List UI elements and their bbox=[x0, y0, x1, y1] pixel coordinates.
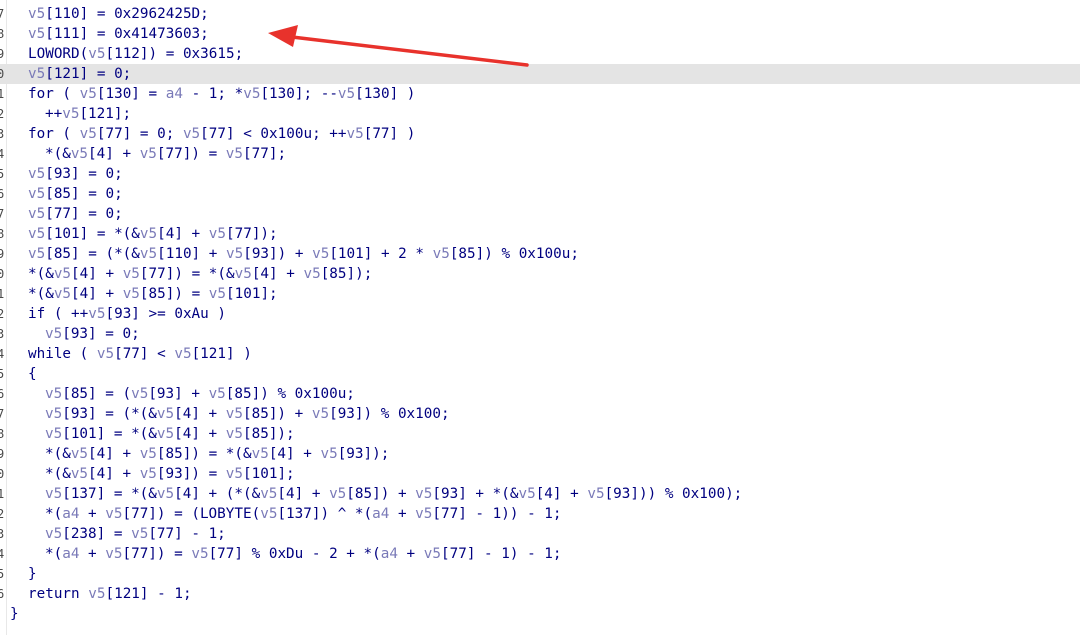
code-text: ++v5[121]; bbox=[45, 106, 132, 122]
code-text: v5[101] = *(&v5[4] + v5[85]); bbox=[45, 426, 295, 442]
code-text: } bbox=[28, 566, 37, 582]
code-text: *(&v5[4] + v5[93]) = v5[101]; bbox=[45, 466, 295, 482]
code-text: LOWORD(v5[112]) = 0x3615; bbox=[28, 46, 244, 62]
line-number: 0 bbox=[0, 467, 4, 481]
code-line[interactable]: 2 if ( ++v5[93] >= 0xAu ) bbox=[0, 304, 1080, 324]
line-number: 3 bbox=[0, 127, 4, 141]
code-line[interactable]: 8 v5[101] = *(&v5[4] + v5[77]); bbox=[0, 224, 1080, 244]
line-number: 0 bbox=[0, 67, 4, 81]
code-line[interactable]: 3 for ( v5[77] = 0; v5[77] < 0x100u; ++v5… bbox=[0, 124, 1080, 144]
code-line[interactable]: 3 v5[93] = 0; bbox=[0, 324, 1080, 344]
code-line[interactable]: 4 *(a4 + v5[77]) = v5[77] % 0xDu - 2 + *(… bbox=[0, 544, 1080, 564]
code-text: { bbox=[28, 366, 37, 382]
line-number: 5 bbox=[0, 167, 4, 181]
code-text: *(a4 + v5[77]) = (LOBYTE(v5[137]) ^ *(a4… bbox=[45, 506, 562, 522]
line-number: 3 bbox=[0, 527, 4, 541]
code-line[interactable]: 6 return v5[121] - 1; bbox=[0, 584, 1080, 604]
code-line[interactable]: } bbox=[0, 604, 1080, 624]
code-line[interactable]: 7 v5[93] = (*(&v5[4] + v5[85]) + v5[93]) … bbox=[0, 404, 1080, 424]
code-text: *(&v5[4] + v5[77]) = *(&v5[4] + v5[85]); bbox=[28, 266, 373, 282]
line-number: 9 bbox=[0, 247, 4, 261]
code-text: v5[77] = 0; bbox=[28, 206, 123, 222]
code-line[interactable]: 7 v5[110] = 0x2962425D; bbox=[0, 4, 1080, 24]
code-text: return v5[121] - 1; bbox=[28, 586, 192, 602]
line-number: 6 bbox=[0, 587, 4, 601]
code-text: } bbox=[10, 606, 19, 622]
line-number: 1 bbox=[0, 287, 4, 301]
code-text: v5[85] = (v5[93] + v5[85]) % 0x100u; bbox=[45, 386, 355, 402]
code-line[interactable]: 9 v5[85] = (*(&v5[110] + v5[93]) + v5[101… bbox=[0, 244, 1080, 264]
line-number: 4 bbox=[0, 147, 4, 161]
line-number: 1 bbox=[0, 487, 4, 501]
code-text: v5[93] = 0; bbox=[28, 166, 123, 182]
code-text: v5[110] = 0x2962425D; bbox=[28, 6, 209, 22]
code-line[interactable]: 5} bbox=[0, 564, 1080, 584]
code-line[interactable]: 9 *(&v5[4] + v5[85]) = *(&v5[4] + v5[93])… bbox=[0, 444, 1080, 464]
code-text: v5[93] = 0; bbox=[45, 326, 140, 342]
code-line[interactable]: 9 LOWORD(v5[112]) = 0x3615; bbox=[0, 44, 1080, 64]
code-text: *(a4 + v5[77]) = v5[77] % 0xDu - 2 + *(a… bbox=[45, 546, 562, 562]
code-line[interactable]: 0 *(&v5[4] + v5[93]) = v5[101]; bbox=[0, 464, 1080, 484]
code-text: v5[137] = *(&v5[4] + (*(&v5[4] + v5[85])… bbox=[45, 486, 743, 502]
code-text: if ( ++v5[93] >= 0xAu ) bbox=[28, 306, 226, 322]
code-line[interactable]: 2 ++v5[121]; bbox=[0, 104, 1080, 124]
code-text: v5[121] = 0; bbox=[28, 66, 132, 82]
code-text: v5[111] = 0x41473603; bbox=[28, 26, 209, 42]
code-text: *(&v5[4] + v5[77]) = v5[77]; bbox=[45, 146, 287, 162]
line-number: 2 bbox=[0, 507, 4, 521]
line-number: 7 bbox=[0, 207, 4, 221]
line-number: 7 bbox=[0, 407, 4, 421]
code-line[interactable]: 4 *(&v5[4] + v5[77]) = v5[77]; bbox=[0, 144, 1080, 164]
line-number: 4 bbox=[0, 547, 4, 561]
line-number: 3 bbox=[0, 327, 4, 341]
line-number: 2 bbox=[0, 307, 4, 321]
line-number: 0 bbox=[0, 267, 4, 281]
line-number: 8 bbox=[0, 427, 4, 441]
code-text: while ( v5[77] < v5[121] ) bbox=[28, 346, 252, 362]
code-text: v5[85] = (*(&v5[110] + v5[93]) + v5[101]… bbox=[28, 246, 579, 262]
code-text: v5[85] = 0; bbox=[28, 186, 123, 202]
code-line[interactable]: 0 *(&v5[4] + v5[77]) = *(&v5[4] + v5[85])… bbox=[0, 264, 1080, 284]
code-line[interactable]: 6 v5[85] = 0; bbox=[0, 184, 1080, 204]
code-line[interactable]: 8 v5[111] = 0x41473603; bbox=[0, 24, 1080, 44]
line-number: 5 bbox=[0, 367, 4, 381]
code-line[interactable]: 8 v5[101] = *(&v5[4] + v5[85]); bbox=[0, 424, 1080, 444]
line-number: 9 bbox=[0, 447, 4, 461]
code-text: v5[101] = *(&v5[4] + v5[77]); bbox=[28, 226, 278, 242]
code-line[interactable]: 5{ bbox=[0, 364, 1080, 384]
code-line[interactable]: 1 *(&v5[4] + v5[85]) = v5[101]; bbox=[0, 284, 1080, 304]
code-text: v5[93] = (*(&v5[4] + v5[85]) + v5[93]) %… bbox=[45, 406, 450, 422]
line-number: 6 bbox=[0, 387, 4, 401]
code-line[interactable]: 3 v5[238] = v5[77] - 1; bbox=[0, 524, 1080, 544]
code-text: for ( v5[130] = a4 - 1; *v5[130]; --v5[1… bbox=[28, 86, 416, 102]
line-number: 6 bbox=[0, 187, 4, 201]
code-line[interactable]: 0 v5[121] = 0; bbox=[0, 64, 1080, 84]
code-line[interactable]: 6 v5[85] = (v5[93] + v5[85]) % 0x100u; bbox=[0, 384, 1080, 404]
line-number: 2 bbox=[0, 107, 4, 121]
code-text: for ( v5[77] = 0; v5[77] < 0x100u; ++v5[… bbox=[28, 126, 416, 142]
code-line[interactable]: 1 v5[137] = *(&v5[4] + (*(&v5[4] + v5[85]… bbox=[0, 484, 1080, 504]
code-line[interactable]: 1 for ( v5[130] = a4 - 1; *v5[130]; --v5[… bbox=[0, 84, 1080, 104]
code-line[interactable]: 7 v5[77] = 0; bbox=[0, 204, 1080, 224]
code-line[interactable]: 4 while ( v5[77] < v5[121] ) bbox=[0, 344, 1080, 364]
line-number: 1 bbox=[0, 87, 4, 101]
code-line[interactable]: 5 v5[93] = 0; bbox=[0, 164, 1080, 184]
line-number: 4 bbox=[0, 347, 4, 361]
line-number: 8 bbox=[0, 27, 4, 41]
line-number: 8 bbox=[0, 227, 4, 241]
code-text: *(&v5[4] + v5[85]) = v5[101]; bbox=[28, 286, 278, 302]
line-number: 5 bbox=[0, 567, 4, 581]
line-number: 7 bbox=[0, 7, 4, 21]
code-text: v5[238] = v5[77] - 1; bbox=[45, 526, 226, 542]
code-line[interactable]: 2 *(a4 + v5[77]) = (LOBYTE(v5[137]) ^ *(a… bbox=[0, 504, 1080, 524]
line-number: 9 bbox=[0, 47, 4, 61]
code-text: *(&v5[4] + v5[85]) = *(&v5[4] + v5[93]); bbox=[45, 446, 390, 462]
